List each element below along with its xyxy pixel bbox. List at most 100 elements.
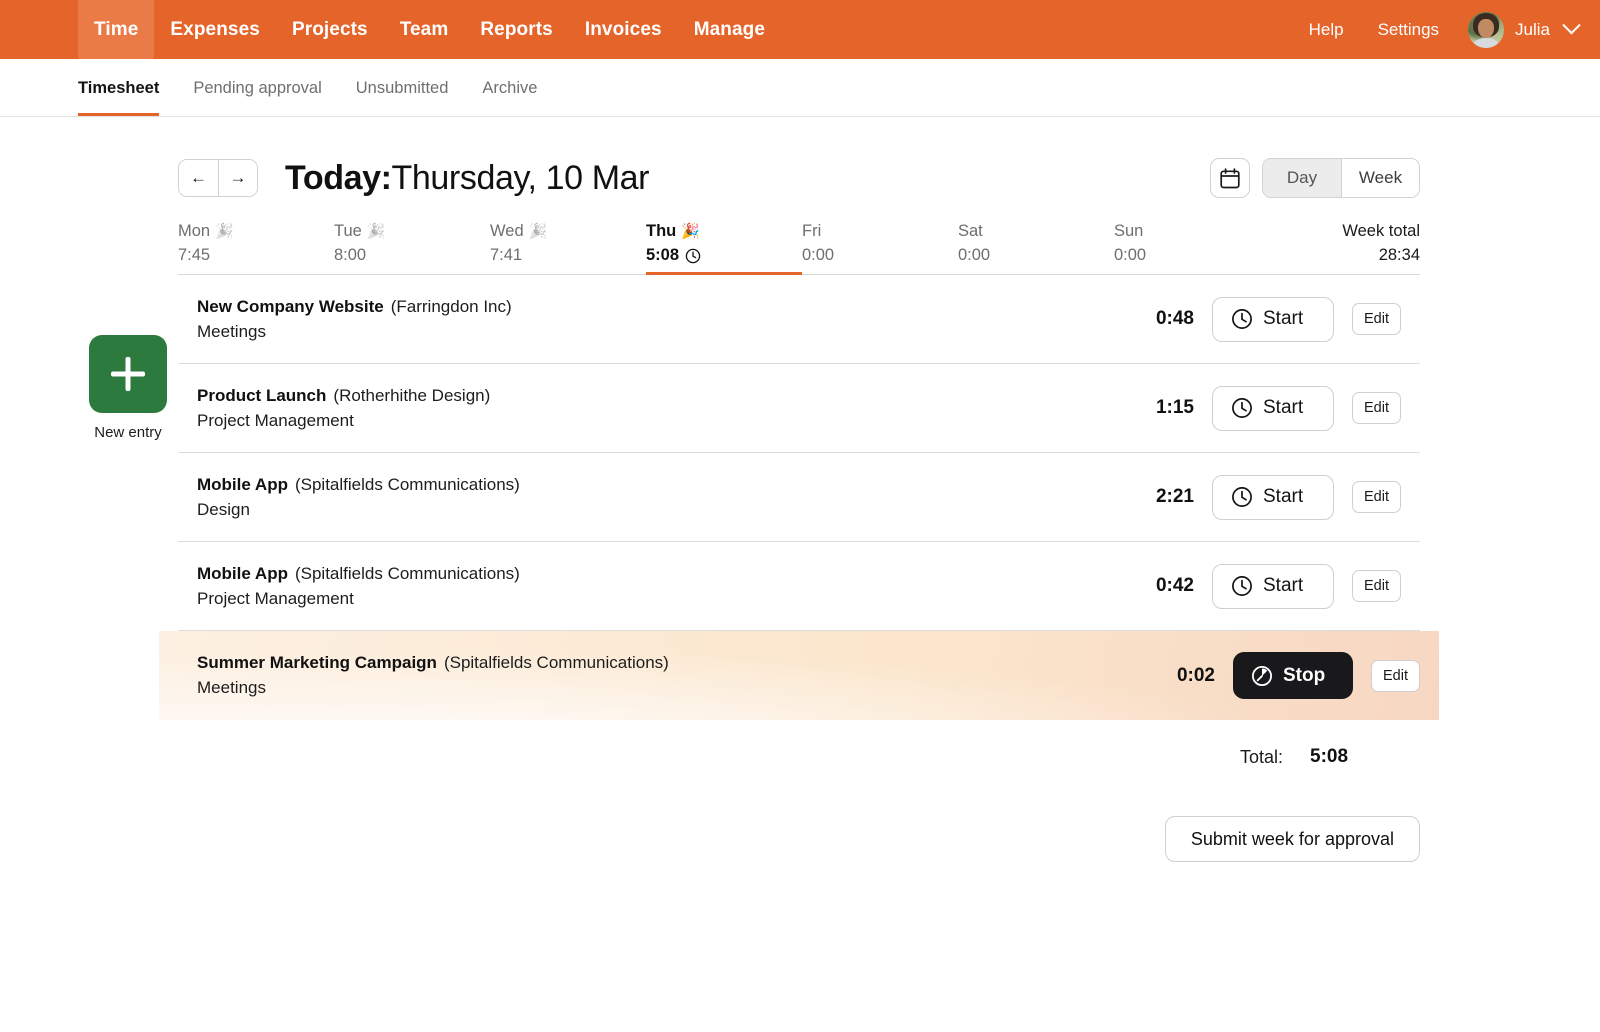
entry-client-name: (Rotherhithe Design) [333,385,491,405]
day-name-text: Mon [178,222,211,240]
edit-entry-button[interactable]: Edit [1352,392,1401,424]
view-mode-segmented-control: Day Week [1262,158,1420,198]
tab-archive[interactable]: Archive [482,79,537,116]
start-icon-wrap [1231,308,1253,330]
edit-entry-button[interactable]: Edit [1371,659,1420,692]
settings-link[interactable]: Settings [1361,20,1456,40]
entry-text: Mobile App (Spitalfields Communications) P… [197,564,520,609]
avatar [1468,11,1505,48]
day-name: Sun [1114,222,1270,241]
view-mode-week[interactable]: Week [1341,159,1419,197]
day-column-thu[interactable]: Thu 🎉 5:08 [646,222,802,275]
entry-row: Mobile App (Spitalfields Communications) D… [178,453,1420,542]
clock-icon [1232,487,1252,507]
entry-project-line: Product Launch (Rotherhithe Design) [197,386,490,406]
timer-button-label: Start [1263,486,1304,507]
page-title: Today:Thursday, 10 Mar [285,159,649,198]
clock-icon [1232,398,1252,418]
entry-text: New Company Website (Farringdon Inc) Meeti… [197,297,512,342]
tab-timesheet[interactable]: Timesheet [78,79,160,116]
day-hours-text: 0:00 [802,246,835,264]
entry-list: New Company Website (Farringdon Inc) Meeti… [178,275,1439,720]
party-popper-icon: 🎉 [215,223,234,240]
nav-item-manage[interactable]: Manage [678,0,781,59]
running-clock-icon [685,248,701,264]
entry-duration: 2:21 [1155,486,1194,507]
entry-actions: 2:21 Start Edit [1138,474,1420,520]
edit-entry-button[interactable]: Edit [1352,570,1401,602]
day-name: Fri [802,222,958,241]
date-nav-group: ← → [178,159,258,197]
nav-item-team[interactable]: Team [384,0,465,59]
entry-actions: 0:48 Start Edit [1138,296,1420,342]
submit-week-button[interactable]: Submit week for approval [1164,816,1420,862]
timesheet: Mon 🎉 7:45 Tue 🎉 8:00 Wed 🎉 7:41 Thu 🎉 5:08 Fri 0:00 S… [178,209,1439,862]
start-timer-button[interactable]: Start [1212,385,1334,431]
previous-day-button[interactable]: ← [179,160,218,196]
day-name-text: Sat [958,222,983,240]
nav-item-projects[interactable]: Projects [276,0,384,59]
tab-pending-approval[interactable]: Pending approval [193,79,321,116]
tab-unsubmitted[interactable]: Unsubmitted [356,79,449,116]
clock-icon [1232,576,1252,596]
week-total-label: Week total [1342,222,1420,240]
nav-item-reports[interactable]: Reports [464,0,569,59]
entry-duration: 1:15 [1155,397,1194,418]
week-total-value: 28:34 [1378,246,1420,264]
start-timer-button[interactable]: Start [1212,474,1334,520]
nav-item-time[interactable]: Time [78,0,155,59]
start-timer-button[interactable]: Start [1212,563,1334,609]
page-body: New entry ← → Today:Thursday, 10 Mar Day… [0,117,1600,862]
entry-duration: 0:02 [1176,664,1215,686]
day-name: Wed 🎉 [490,222,646,241]
user-menu[interactable]: Julia [1456,11,1581,48]
timer-button-label: Start [1263,397,1304,418]
help-link[interactable]: Help [1292,20,1361,40]
calendar-picker-button[interactable] [1210,158,1250,198]
entry-project-name: Mobile App [197,474,288,494]
entry-row: Product Launch (Rotherhithe Design) Projec… [178,364,1420,453]
nav-item-invoices[interactable]: Invoices [569,0,678,59]
day-hours-text: 7:41 [490,246,523,264]
day-hours-text: 5:08 [646,246,680,264]
day-name: Tue 🎉 [334,222,490,241]
edit-entry-button[interactable]: Edit [1352,303,1401,335]
day-column-wed[interactable]: Wed 🎉 7:41 [490,222,646,274]
entry-project-line: Mobile App (Spitalfields Communications) [197,475,520,495]
entry-project-line: Mobile App (Spitalfields Communications) [197,564,520,584]
stop-timer-button[interactable]: Stop [1233,652,1353,699]
next-day-button[interactable]: → [218,160,257,196]
entry-project-name: Summer Marketing Campaign [197,653,437,672]
entry-text: Summer Marketing Campaign (Spitalfields C… [197,653,669,698]
stop-icon-wrap [1251,665,1273,687]
entry-project-name: Mobile App [197,563,288,583]
new-entry-block: New entry [78,335,178,441]
day-column-sun[interactable]: Sun 0:00 [1114,222,1270,274]
edit-entry-button[interactable]: Edit [1352,481,1401,513]
day-hours: 0:00 [1114,246,1270,265]
entry-client-name: (Spitalfields Communications) [443,653,669,672]
day-column-mon[interactable]: Mon 🎉 7:45 [178,222,334,274]
day-column-fri[interactable]: Fri 0:00 [802,222,958,274]
timer-button-label: Stop [1283,664,1326,686]
entry-actions: 1:15 Start Edit [1138,385,1420,431]
day-hours-text: 0:00 [958,246,991,264]
entry-task-name: Meetings [197,321,266,341]
day-name-text: Sun [1114,222,1144,240]
view-mode-day[interactable]: Day [1263,159,1341,197]
new-entry-button[interactable] [89,335,167,413]
entry-project-line: New Company Website (Farringdon Inc) [197,297,512,317]
entry-task-name: Project Management [197,410,354,430]
day-total-label: Total: [1239,746,1283,767]
start-timer-button[interactable]: Start [1212,296,1334,342]
clock-icon [685,248,701,263]
day-column-tue[interactable]: Tue 🎉 8:00 [334,222,490,274]
party-popper-icon: 🎉 [528,223,548,240]
day-total-value: 5:08 [1310,746,1349,767]
day-column-sat[interactable]: Sat 0:00 [958,222,1114,274]
day-hours-text: 8:00 [334,246,367,264]
day-name: Sat [958,222,1114,241]
nav-item-expenses[interactable]: Expenses [154,0,276,59]
day-hours: 8:00 [334,246,490,265]
entry-actions: 0:02 Stop Edit [1159,652,1439,699]
